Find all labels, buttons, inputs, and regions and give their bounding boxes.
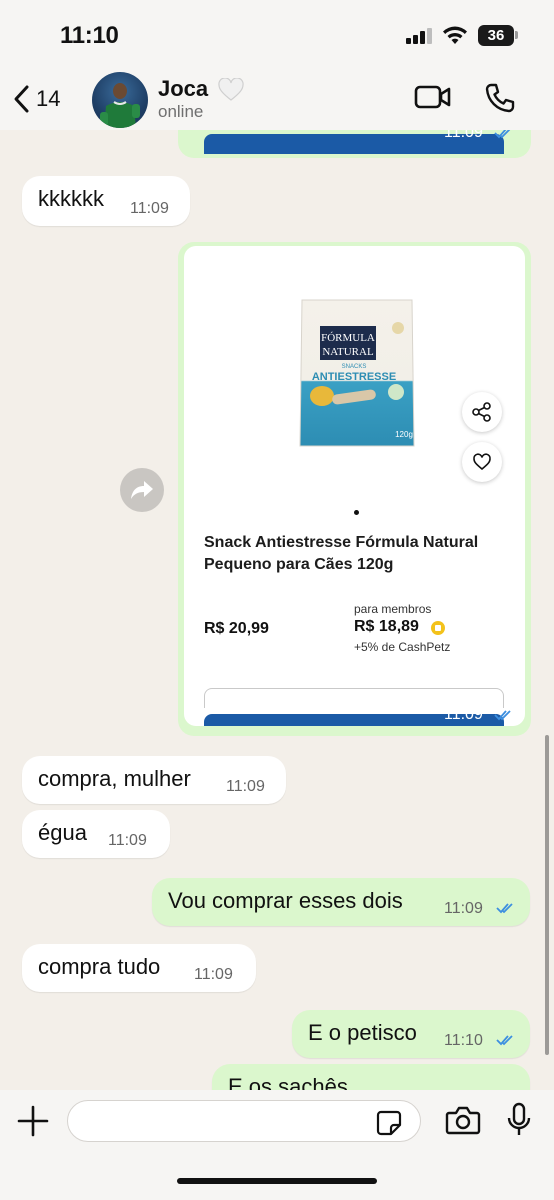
status-bar: 11:10 36 <box>0 0 554 72</box>
partial-product-message[interactable]: 11:09 <box>178 130 531 158</box>
message-time: 11:09 <box>130 200 169 217</box>
forward-button[interactable] <box>120 468 164 512</box>
message-time: 11:09 <box>226 778 265 795</box>
forward-arrow-icon <box>131 481 153 499</box>
share-icon <box>472 402 491 422</box>
package-snacks: SNACKS <box>342 364 367 370</box>
signal-icon <box>406 28 432 44</box>
video-call-icon[interactable] <box>414 84 452 110</box>
favorite-button[interactable] <box>462 442 502 482</box>
plus-icon[interactable] <box>16 1104 50 1138</box>
unread-count: 14 <box>36 86 61 111</box>
battery-tip <box>515 31 518 39</box>
product-title: Snack Antiestresse Fórmula Natural Peque… <box>204 534 479 573</box>
message-text: compra tudo <box>38 954 161 979</box>
message-text: E o petisco <box>308 1020 417 1045</box>
back-button[interactable]: 14 <box>12 84 60 114</box>
avatar-photo <box>100 83 140 128</box>
microphone-icon[interactable] <box>506 1102 532 1138</box>
outgoing-message[interactable]: E os sachês <box>212 1064 530 1090</box>
share-button[interactable] <box>462 392 502 432</box>
outgoing-message[interactable]: E o petisco <box>292 1010 530 1058</box>
message-time: 11:09 <box>108 832 147 849</box>
chat-area[interactable]: 11:09 kkkkkk 11:09 FÓRMULA NATURAL SNACK… <box>0 130 554 1090</box>
contact-status: online <box>158 102 204 121</box>
battery-indicator: 36 <box>478 25 514 46</box>
message-time: 11:09 <box>444 130 483 141</box>
chat-header: 14 Joca online <box>0 72 554 130</box>
message-input[interactable] <box>67 1100 421 1142</box>
message-time: 11:09 <box>444 706 483 723</box>
avatar[interactable] <box>92 72 148 128</box>
message-time: 11:10 <box>444 1032 483 1049</box>
message-text: E os sachês <box>228 1074 348 1090</box>
read-ticks-icon <box>494 710 511 721</box>
home-indicator[interactable] <box>177 1178 377 1184</box>
camera-icon[interactable] <box>445 1105 481 1135</box>
package-brand-2: NATURAL <box>322 346 374 358</box>
message-text: égua <box>38 820 87 845</box>
read-ticks-icon <box>496 1035 513 1046</box>
message-time: 11:09 <box>194 966 233 983</box>
scrollbar[interactable] <box>545 735 549 1055</box>
wifi-icon <box>443 26 467 44</box>
phone-icon[interactable] <box>484 82 516 114</box>
contact-name[interactable]: Joca <box>158 76 208 102</box>
product-image: FÓRMULA NATURAL SNACKS ANTIESTRESSE 120g <box>299 299 415 447</box>
status-time: 11:10 <box>60 22 119 49</box>
sticker-icon[interactable] <box>376 1110 402 1136</box>
price-regular: R$ 20,99 <box>204 620 269 637</box>
white-heart-icon <box>218 78 244 101</box>
message-text: Vou comprar esses dois <box>168 888 403 913</box>
package-brand-1: FÓRMULA <box>321 332 375 344</box>
message-text: compra, mulher <box>38 766 191 791</box>
read-ticks-icon <box>496 903 513 914</box>
message-time: 11:09 <box>444 900 483 917</box>
heart-outline-icon <box>473 453 491 471</box>
package-weight: 120g <box>395 430 413 439</box>
read-ticks-icon <box>494 130 511 139</box>
secondary-button[interactable] <box>204 688 504 708</box>
incoming-message[interactable]: égua <box>22 810 170 858</box>
product-card[interactable]: FÓRMULA NATURAL SNACKS ANTIESTRESSE 120g <box>184 246 525 726</box>
carousel-dot[interactable] <box>354 510 359 515</box>
package-name: ANTIESTRESSE <box>312 371 396 383</box>
cashback-text: +5% de CashPetz <box>354 640 451 654</box>
members-label: para membros <box>354 602 432 616</box>
chevron-left-icon <box>14 85 29 113</box>
members-price: R$ 18,89 <box>354 618 419 635</box>
coin-icon <box>431 621 445 635</box>
message-text: kkkkkk <box>38 186 104 211</box>
product-message[interactable]: FÓRMULA NATURAL SNACKS ANTIESTRESSE 120g <box>178 242 531 736</box>
